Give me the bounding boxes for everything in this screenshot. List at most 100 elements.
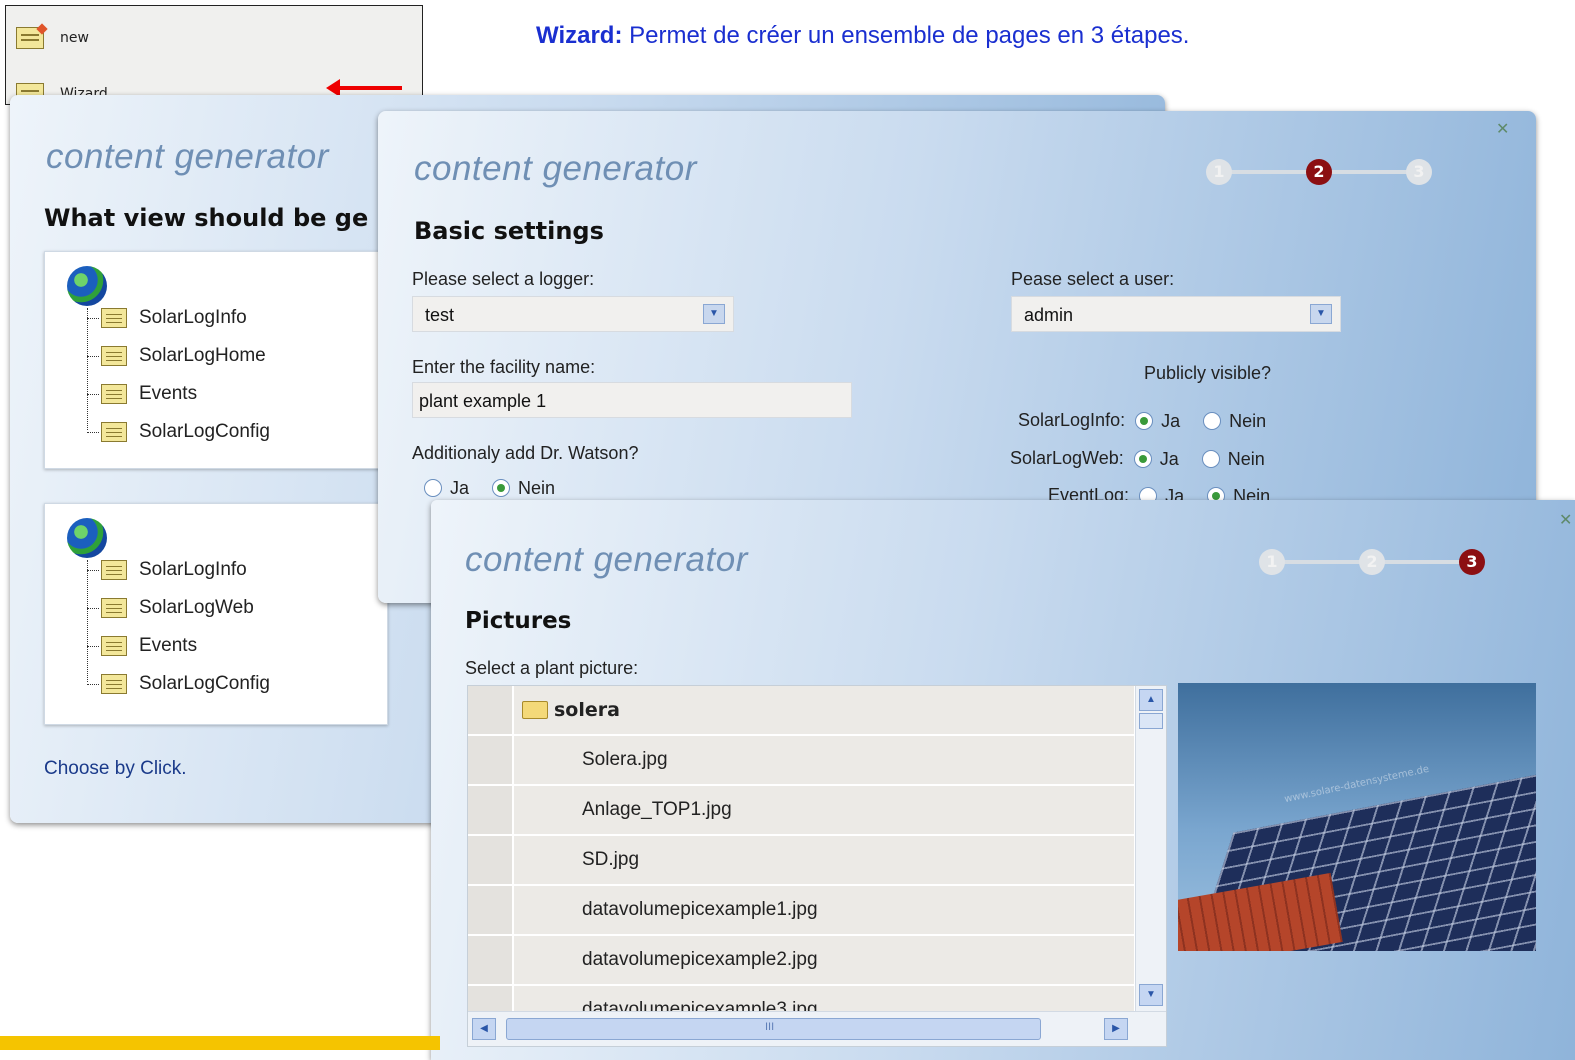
tree-item-label: SolarLogWeb (139, 597, 254, 618)
visible-ja-radio[interactable] (1133, 450, 1152, 469)
choose-hint: Choose by Click. (44, 758, 187, 779)
step-1: 1 (1259, 549, 1285, 575)
red-arrow-icon (326, 79, 402, 97)
radio-label: Nein (518, 477, 556, 498)
facility-name-input[interactable]: plant example 1 (412, 382, 852, 418)
radio-label: Ja (1161, 410, 1181, 431)
step-3-active: 3 (1459, 549, 1485, 575)
file-name: SD.jpg (582, 849, 640, 870)
watson-nein-radio[interactable] (492, 479, 511, 498)
page-icon (101, 384, 127, 404)
dialog-title: content generator (465, 540, 748, 579)
visible-row-label: SolarLogWeb: (1010, 448, 1124, 468)
section-heading: Pictures (465, 608, 572, 634)
roof-tiles-image (1178, 872, 1343, 951)
close-icon[interactable]: ✕ (1559, 510, 1572, 529)
list-item[interactable]: Solera.jpg (468, 736, 1134, 786)
visible-row-label: SolarLogInfo: (1018, 410, 1126, 430)
folder-icon (522, 701, 548, 719)
tree-item-label: SolarLogConfig (139, 673, 270, 694)
tree-item: SolarLogHome (87, 343, 266, 369)
caption-bold: Wizard: (536, 22, 623, 49)
view-question: What view should be ge (44, 204, 369, 232)
caption-text: Permet de créer un ensemble de pages en … (622, 22, 1190, 49)
list-item[interactable]: SD.jpg (468, 836, 1134, 886)
page-icon (101, 636, 127, 656)
list-item[interactable]: datavolumepicexample2.jpg (468, 936, 1134, 986)
tree-item: SolarLogWeb (87, 595, 254, 621)
scroll-grip: III (765, 1021, 775, 1033)
chevron-down-icon[interactable]: ▼ (1139, 984, 1163, 1006)
plant-picture-preview: www.solare-datensysteme.de (1178, 683, 1536, 951)
page-icon (101, 598, 127, 618)
globe-icon (67, 518, 107, 558)
visible-nein-radio[interactable] (1203, 412, 1222, 431)
context-menu: new Wizard (5, 5, 423, 105)
menu-item-new[interactable]: new (16, 20, 89, 56)
facility-label: Enter the facility name: (412, 357, 596, 377)
tree-item-label: SolarLogInfo (139, 559, 247, 580)
wizard-step3-dialog: content generator ✕ 1 2 3 Pictures Selec… (431, 500, 1575, 1060)
view-option-1[interactable]: SolarLogInfo SolarLogHome Events SolarLo… (44, 251, 388, 469)
tree-item-label: SolarLogConfig (139, 421, 270, 442)
file-name: datavolumepicexample1.jpg (582, 899, 818, 920)
file-name: Anlage_TOP1.jpg (582, 799, 732, 820)
visible-nein-radio[interactable] (1201, 450, 1220, 469)
tree-item: SolarLogConfig (87, 671, 270, 697)
tree-item: SolarLogInfo (87, 557, 247, 583)
list-item[interactable]: datavolumepicexample1.jpg (468, 886, 1134, 936)
config-page-icon (101, 422, 127, 442)
logger-select[interactable]: test ▼ (412, 296, 734, 332)
accent-bar (0, 1036, 440, 1050)
chevron-down-icon[interactable]: ▼ (703, 304, 725, 324)
tree-item: Events (87, 381, 197, 407)
page-icon (101, 560, 127, 580)
new-page-icon (16, 23, 48, 51)
step-2: 2 (1359, 549, 1385, 575)
watson-label: Additionaly add Dr. Watson? (412, 443, 639, 463)
section-heading: Basic settings (414, 217, 604, 245)
chevron-up-icon[interactable]: ▲ (1139, 689, 1163, 711)
view-option-2[interactable]: SolarLogInfo SolarLogWeb Events SolarLog… (44, 503, 388, 725)
slide-caption: Wizard: Permet de créer un ensemble de p… (536, 22, 1189, 50)
file-name: Solera.jpg (582, 749, 668, 770)
close-icon[interactable]: ✕ (1496, 119, 1509, 138)
user-select[interactable]: admin ▼ (1011, 296, 1341, 332)
watson-radio-group: Ja Nein (424, 477, 573, 499)
config-page-icon (101, 674, 127, 694)
logger-label: Please select a logger: (412, 269, 595, 289)
radio-label: Ja (1159, 448, 1179, 469)
picture-file-list[interactable]: solera Solera.jpg Anlage_TOP1.jpg SD.jpg… (467, 685, 1167, 1047)
tree-item: SolarLogConfig (87, 419, 270, 445)
list-item-folder[interactable]: solera (468, 686, 1134, 736)
select-picture-label: Select a plant picture: (465, 658, 639, 678)
publicly-visible-title: Publicly visible? (1144, 363, 1272, 383)
tree-item-label: SolarLogHome (139, 345, 266, 366)
scroll-thumb[interactable] (1139, 713, 1163, 729)
user-label: Pease select a user: (1011, 269, 1175, 289)
step-2-active: 2 (1306, 159, 1332, 185)
visible-ja-radio[interactable] (1135, 412, 1154, 431)
scroll-thumb[interactable]: III (506, 1018, 1041, 1040)
chevron-down-icon[interactable]: ▼ (1310, 304, 1332, 324)
horizontal-scrollbar[interactable]: ◀ III ▶ (468, 1011, 1166, 1046)
tree-item: SolarLogInfo (87, 305, 247, 331)
watson-ja-radio[interactable] (424, 479, 442, 498)
chevron-right-icon[interactable]: ▶ (1104, 1018, 1128, 1040)
file-name: datavolumepicexample2.jpg (582, 949, 818, 970)
visible-row-solarlogweb: SolarLogWeb: Ja Nein (1010, 448, 1283, 470)
vertical-scrollbar[interactable]: ▲ ▼ (1135, 686, 1166, 1011)
page-icon (101, 346, 127, 366)
logger-value: test (425, 305, 455, 325)
tree-item: Events (87, 633, 197, 659)
list-item[interactable]: Anlage_TOP1.jpg (468, 786, 1134, 836)
radio-label: Ja (450, 477, 470, 498)
page-icon (101, 308, 127, 328)
step-3: 3 (1406, 159, 1432, 185)
tree-item-label: Events (139, 383, 198, 404)
radio-label: Nein (1227, 448, 1265, 469)
tree-item-label: Events (139, 635, 198, 656)
visible-row-solarloginfo: SolarLogInfo: Ja Nein (1018, 410, 1284, 432)
dialog-title: content generator (414, 149, 697, 188)
chevron-left-icon[interactable]: ◀ (472, 1018, 496, 1040)
